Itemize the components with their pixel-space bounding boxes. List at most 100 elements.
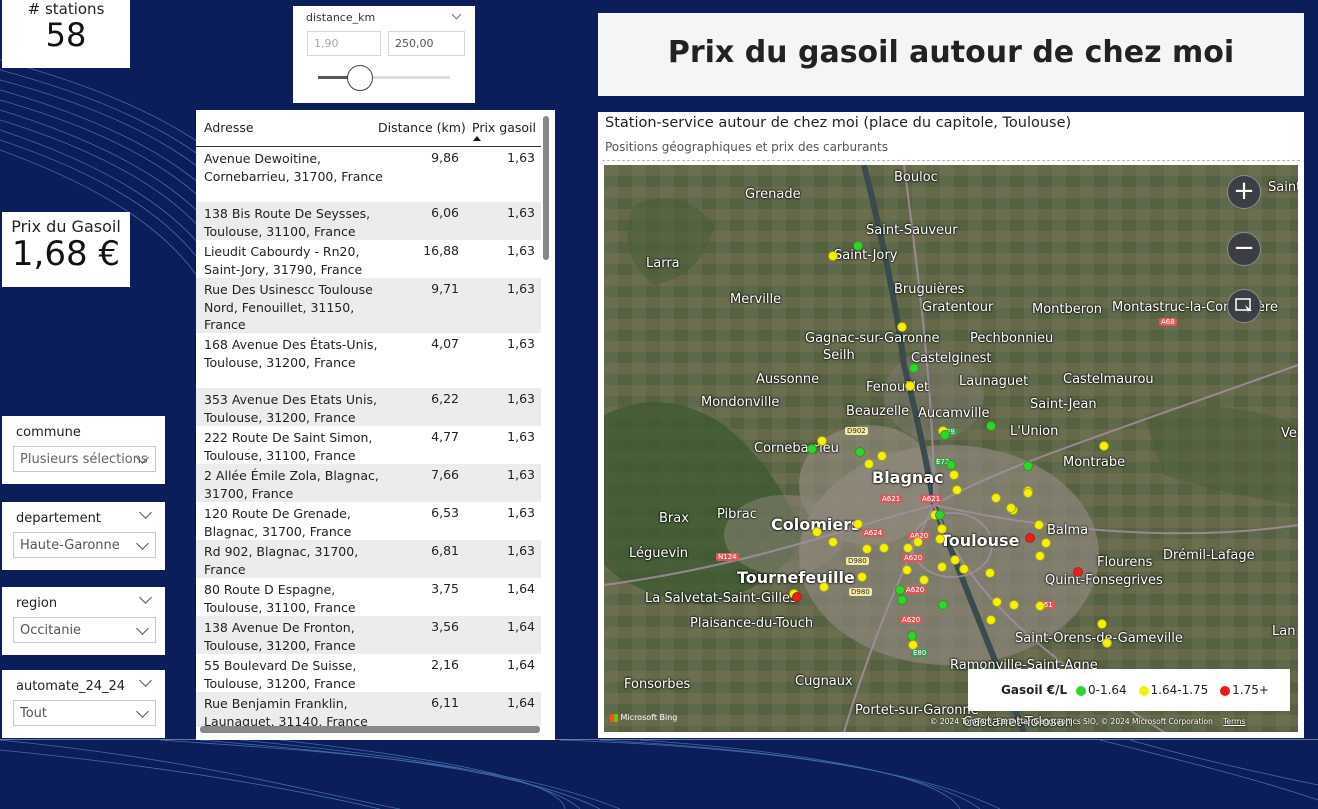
station-marker[interactable] — [902, 565, 912, 575]
chevron-down-icon[interactable] — [451, 9, 462, 20]
station-marker[interactable] — [1006, 503, 1016, 513]
distance-max-input[interactable]: 250,00 — [388, 31, 465, 56]
station-marker[interactable] — [1034, 520, 1044, 530]
station-marker[interactable] — [905, 381, 915, 391]
table-row[interactable]: 2 Allée Émile Zola, Blagnac, 31700, Fran… — [196, 464, 541, 502]
station-marker[interactable] — [903, 543, 913, 553]
station-marker[interactable] — [807, 444, 817, 454]
station-marker[interactable] — [877, 451, 887, 461]
cell-price: 1,63 — [507, 243, 535, 258]
chevron-down-icon[interactable] — [139, 674, 152, 687]
station-marker[interactable] — [1102, 638, 1112, 648]
col-distance-header[interactable]: Distance (km) — [378, 120, 466, 135]
station-marker[interactable] — [935, 534, 945, 544]
zoom-out-button[interactable]: − — [1227, 232, 1261, 266]
horizontal-scrollbar[interactable] — [200, 726, 540, 733]
chevron-down-icon[interactable] — [139, 506, 152, 519]
table-row[interactable]: 168 Avenue Des États-Unis, Toulouse, 312… — [196, 333, 541, 388]
table-row[interactable]: 120 Route De Grenade, Blagnac, 31700, Fr… — [196, 502, 541, 540]
table-row[interactable]: 55 Boulevard De Suisse, Toulouse, 31200,… — [196, 654, 541, 692]
map-select-button[interactable] — [1227, 289, 1261, 323]
station-marker[interactable] — [853, 519, 863, 529]
station-marker[interactable] — [935, 510, 945, 520]
station-marker[interactable] — [991, 493, 1001, 503]
departement-dropdown[interactable]: Haute-Garonne — [13, 532, 156, 558]
station-marker[interactable] — [1041, 538, 1051, 548]
station-marker[interactable] — [1035, 601, 1045, 611]
automate-dropdown[interactable]: Tout — [13, 700, 156, 726]
station-marker[interactable] — [940, 430, 950, 440]
station-marker[interactable] — [828, 251, 838, 261]
station-marker[interactable] — [1097, 619, 1107, 629]
table-row[interactable]: 138 Bis Route De Seysses, Toulouse, 3110… — [196, 202, 541, 240]
station-marker[interactable] — [1099, 441, 1109, 451]
table-row[interactable]: 80 Route D Espagne, Toulouse, 31100, Fra… — [196, 578, 541, 616]
station-marker[interactable] — [1023, 461, 1033, 471]
station-marker[interactable] — [949, 470, 959, 480]
table-row[interactable]: 138 Avenue De Fronton, Toulouse, 31200, … — [196, 616, 541, 654]
station-marker[interactable] — [937, 524, 947, 534]
terms-link[interactable]: Terms — [1223, 717, 1245, 726]
station-marker[interactable] — [952, 485, 962, 495]
table-row[interactable]: Rue Benjamin Franklin, Launaguet, 31140,… — [196, 692, 541, 727]
station-marker[interactable] — [938, 600, 948, 610]
station-marker[interactable] — [909, 363, 919, 373]
station-marker[interactable] — [985, 568, 995, 578]
map-title: Station-service autour de chez moi (plac… — [605, 115, 1072, 131]
station-marker[interactable] — [919, 575, 929, 585]
station-marker[interactable] — [908, 640, 918, 650]
distance-slicer[interactable]: distance_km 1,90 250,00 — [293, 6, 475, 103]
col-prix-header[interactable]: Prix gasoil — [472, 120, 536, 135]
station-marker[interactable] — [937, 562, 947, 572]
distance-slider-track[interactable] — [318, 76, 450, 79]
station-marker[interactable] — [992, 597, 1002, 607]
station-marker[interactable] — [817, 436, 827, 446]
station-marker[interactable] — [897, 595, 907, 605]
table-row[interactable]: Avenue Dewoitine, Cornebarrieu, 31700, F… — [196, 147, 541, 202]
station-marker[interactable] — [879, 543, 889, 553]
table-row[interactable]: Rd 902, Blagnac, 31700, France 6,81 1,63 — [196, 540, 541, 578]
station-marker[interactable] — [855, 447, 865, 457]
departement-slicer[interactable]: departement Haute-Garonne — [2, 502, 165, 570]
station-marker[interactable] — [895, 585, 905, 595]
map-viewport[interactable]: Bouloc Grenade Saint-Sauveur Saint-Jory Larr… — [604, 165, 1298, 732]
table-row[interactable]: Rue Des Usinescc Toulouse Nord, Fenouill… — [196, 278, 541, 333]
distance-slider-handle[interactable] — [347, 65, 373, 91]
table-row[interactable]: Lieudit Cabourdy - Rn20, Saint-Jory, 317… — [196, 240, 541, 278]
station-marker[interactable] — [792, 592, 802, 602]
commune-slicer[interactable]: commune Plusieurs sélections — [2, 416, 165, 484]
table-row[interactable]: 353 Avenue Des Etats Unis, Toulouse, 312… — [196, 388, 541, 426]
station-marker[interactable] — [864, 459, 874, 469]
station-marker[interactable] — [1009, 600, 1019, 610]
region-dropdown[interactable]: Occitanie — [13, 617, 156, 643]
station-marker[interactable] — [986, 421, 996, 431]
station-marker[interactable] — [946, 460, 956, 470]
commune-dropdown[interactable]: Plusieurs sélections — [13, 446, 156, 472]
station-marker[interactable] — [857, 572, 867, 582]
vertical-scrollbar[interactable] — [543, 116, 549, 260]
station-marker[interactable] — [897, 322, 907, 332]
zoom-in-button[interactable]: + — [1227, 175, 1261, 209]
station-marker[interactable] — [853, 241, 863, 251]
chevron-down-icon[interactable] — [139, 591, 152, 604]
station-marker[interactable] — [819, 582, 829, 592]
plus-icon: + — [1233, 176, 1255, 206]
station-marker[interactable] — [1023, 488, 1033, 498]
station-marker[interactable] — [862, 544, 872, 554]
station-marker[interactable] — [828, 537, 838, 547]
automate-slicer[interactable]: automate_24_24 Tout — [2, 670, 165, 738]
table-row[interactable]: 222 Route De Saint Simon, Toulouse, 3110… — [196, 426, 541, 464]
cell-distance: 9,86 — [431, 150, 459, 165]
station-marker[interactable] — [1073, 567, 1083, 577]
region-slicer[interactable]: region Occitanie — [2, 587, 165, 655]
station-marker[interactable] — [986, 615, 996, 625]
station-marker[interactable] — [959, 564, 969, 574]
station-marker[interactable] — [812, 527, 822, 537]
station-marker[interactable] — [1035, 551, 1045, 561]
cell-price: 1,63 — [507, 467, 535, 482]
distance-min-input[interactable]: 1,90 — [307, 31, 381, 56]
station-marker[interactable] — [913, 537, 923, 547]
col-adresse-header[interactable]: Adresse — [204, 120, 254, 135]
station-marker[interactable] — [950, 555, 960, 565]
station-marker[interactable] — [1025, 533, 1035, 543]
